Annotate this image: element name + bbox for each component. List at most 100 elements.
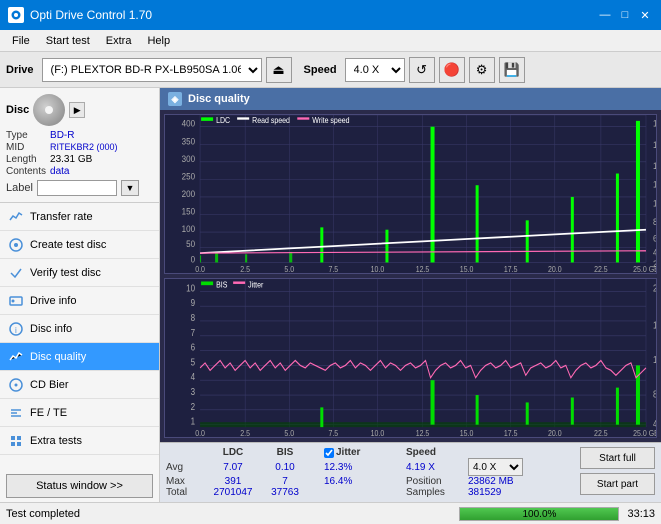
position-value: 23862 MB — [468, 476, 528, 487]
label-row: Label ▼ — [6, 180, 153, 196]
sidebar-item-drive-info[interactable]: Drive info — [0, 287, 159, 315]
menu-help[interactable]: Help — [139, 33, 178, 49]
svg-text:5.0: 5.0 — [284, 264, 294, 273]
titlebar: Opti Drive Control 1.70 — □ ✕ — [0, 0, 661, 30]
svg-text:10X: 10X — [653, 198, 656, 209]
sidebar-item-transfer-rate[interactable]: Transfer rate — [0, 203, 159, 231]
svg-text:17.5: 17.5 — [504, 428, 518, 437]
svg-text:12X: 12X — [653, 179, 656, 190]
sidebar-item-create-test-disc[interactable]: Create test disc — [0, 231, 159, 259]
svg-text:12%: 12% — [653, 354, 656, 365]
maximize-button[interactable]: □ — [617, 7, 633, 23]
speed-select[interactable]: 4.0 X — [468, 458, 523, 476]
main-area: Disc ▶ Type BD-R MID RITEKBR2 (000) Leng… — [0, 88, 661, 502]
avg-ldc: 7.07 — [208, 462, 258, 473]
svg-text:i: i — [15, 326, 17, 335]
contents-label: Contents — [6, 166, 46, 177]
svg-text:3: 3 — [191, 386, 195, 397]
save-button[interactable]: 💾 — [499, 57, 525, 83]
speed-col-header: Speed — [406, 447, 466, 458]
menu-starttest[interactable]: Start test — [38, 33, 98, 49]
svg-text:250: 250 — [182, 171, 196, 182]
svg-text:0: 0 — [191, 254, 196, 265]
svg-text:50: 50 — [186, 239, 195, 250]
chart-icon — [8, 209, 24, 225]
svg-text:15.0: 15.0 — [460, 264, 474, 273]
sidebar-item-extra-tests[interactable]: Extra tests — [0, 427, 159, 455]
samples-value: 381529 — [468, 487, 528, 498]
disc-panel: Disc ▶ Type BD-R MID RITEKBR2 (000) Leng… — [0, 88, 159, 203]
svg-text:Read speed: Read speed — [252, 116, 290, 126]
mid-label: MID — [6, 142, 46, 153]
svg-text:400: 400 — [182, 118, 196, 129]
burn-button[interactable]: 🔴 — [439, 57, 465, 83]
svg-text:22.5: 22.5 — [594, 428, 608, 437]
svg-text:6X: 6X — [653, 233, 656, 244]
svg-text:12.5: 12.5 — [416, 264, 430, 273]
close-button[interactable]: ✕ — [637, 7, 653, 23]
bis-col-header: BIS — [260, 447, 310, 458]
start-full-button[interactable]: Start full — [580, 447, 655, 469]
svg-text:200: 200 — [182, 188, 196, 199]
sidebar-item-disc-info[interactable]: i Disc info — [0, 315, 159, 343]
contents-value: data — [50, 166, 153, 177]
disc-action-btn[interactable]: ▶ — [69, 102, 85, 118]
menu-extra[interactable]: Extra — [98, 33, 140, 49]
settings-button[interactable]: ⚙ — [469, 57, 495, 83]
svg-text:12.5: 12.5 — [416, 428, 430, 437]
drive-label: Drive — [6, 64, 34, 76]
speed-select[interactable]: 4.0 X — [345, 58, 405, 82]
sidebar: Disc ▶ Type BD-R MID RITEKBR2 (000) Leng… — [0, 88, 160, 502]
fe-te-icon — [8, 405, 24, 421]
sidebar-item-verify-test-disc[interactable]: Verify test disc — [0, 259, 159, 287]
svg-text:2.5: 2.5 — [240, 264, 250, 273]
speed-value: 4.19 X — [406, 462, 466, 473]
svg-text:2.5: 2.5 — [240, 428, 250, 437]
svg-text:10.0: 10.0 — [371, 428, 385, 437]
speed-label: Speed — [304, 64, 337, 76]
elapsed-time: 33:13 — [627, 508, 655, 520]
svg-text:100: 100 — [182, 223, 196, 234]
status-text: Test completed — [6, 508, 451, 520]
svg-text:BIS: BIS — [216, 280, 227, 290]
drive-info-icon — [8, 293, 24, 309]
window-title: Opti Drive Control 1.70 — [30, 8, 152, 22]
svg-text:15.0: 15.0 — [460, 428, 474, 437]
length-label: Length — [6, 154, 46, 165]
eject-button[interactable]: ⏏ — [266, 57, 292, 83]
avg-bis: 0.10 — [260, 462, 310, 473]
sidebar-item-disc-quality[interactable]: Disc quality — [0, 343, 159, 371]
statusbar: Test completed 100.0% 33:13 — [0, 502, 661, 524]
label-input[interactable] — [37, 180, 117, 196]
max-jitter: 16.4% — [324, 476, 404, 487]
avg-jitter: 12.3% — [324, 462, 404, 473]
cd-bier-icon — [8, 377, 24, 393]
position-label: Position — [406, 476, 466, 487]
create-disc-icon — [8, 237, 24, 253]
refresh-button[interactable]: ↺ — [409, 57, 435, 83]
svg-text:7: 7 — [191, 327, 195, 338]
length-value: 23.31 GB — [50, 154, 153, 165]
svg-text:5.0: 5.0 — [284, 428, 294, 437]
total-ldc: 2701047 — [208, 487, 258, 498]
bis-chart-svg: 10 9 8 7 6 5 4 3 2 1 20% 16% 12% 8% 4% — [165, 279, 656, 437]
start-part-button[interactable]: Start part — [580, 473, 655, 495]
minimize-button[interactable]: — — [597, 7, 613, 23]
status-window-button[interactable]: Status window >> — [6, 474, 153, 498]
menu-file[interactable]: File — [4, 33, 38, 49]
svg-text:25.0 GB: 25.0 GB — [633, 428, 656, 437]
jitter-checkbox[interactable] — [324, 448, 334, 458]
label-browse-btn[interactable]: ▼ — [121, 180, 139, 196]
svg-text:20%: 20% — [653, 283, 656, 294]
drive-select[interactable]: (F:) PLEXTOR BD-R PX-LB950SA 1.06 — [42, 58, 262, 82]
sidebar-item-cd-bier[interactable]: CD Bier — [0, 371, 159, 399]
menubar: File Start test Extra Help — [0, 30, 661, 52]
sidebar-item-fe-te[interactable]: FE / TE — [0, 399, 159, 427]
svg-text:7.5: 7.5 — [328, 428, 338, 437]
svg-text:8X: 8X — [653, 216, 656, 227]
svg-text:9: 9 — [191, 297, 195, 308]
total-bis: 37763 — [260, 487, 310, 498]
svg-text:4X: 4X — [653, 247, 656, 258]
mid-value: RITEKBR2 (000) — [50, 142, 153, 153]
content-header: ◈ Disc quality — [160, 88, 661, 110]
